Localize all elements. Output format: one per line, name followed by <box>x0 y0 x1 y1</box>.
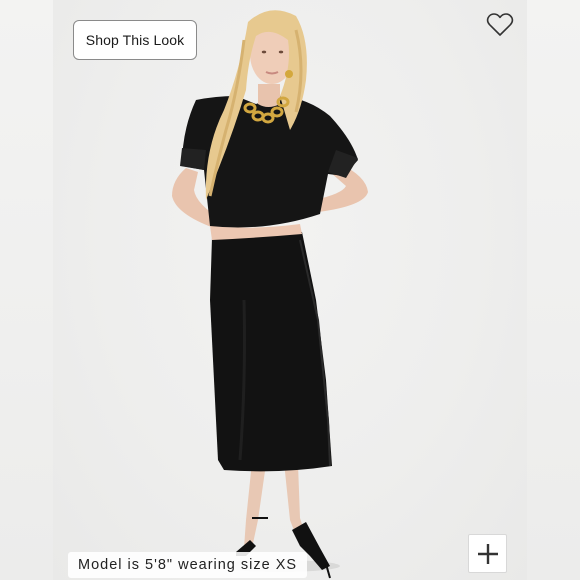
shop-this-look-button[interactable]: Shop This Look <box>73 20 197 60</box>
product-image-area: Shop This Look Model is 5'8" wearing siz… <box>0 0 580 580</box>
zoom-button[interactable] <box>468 534 507 573</box>
model-size-text: Model is 5'8" wearing size XS <box>78 557 298 573</box>
heart-icon[interactable] <box>486 12 514 38</box>
model-photo <box>172 10 368 579</box>
model-size-caption: Model is 5'8" wearing size XS <box>68 552 308 578</box>
plus-icon <box>477 543 498 564</box>
